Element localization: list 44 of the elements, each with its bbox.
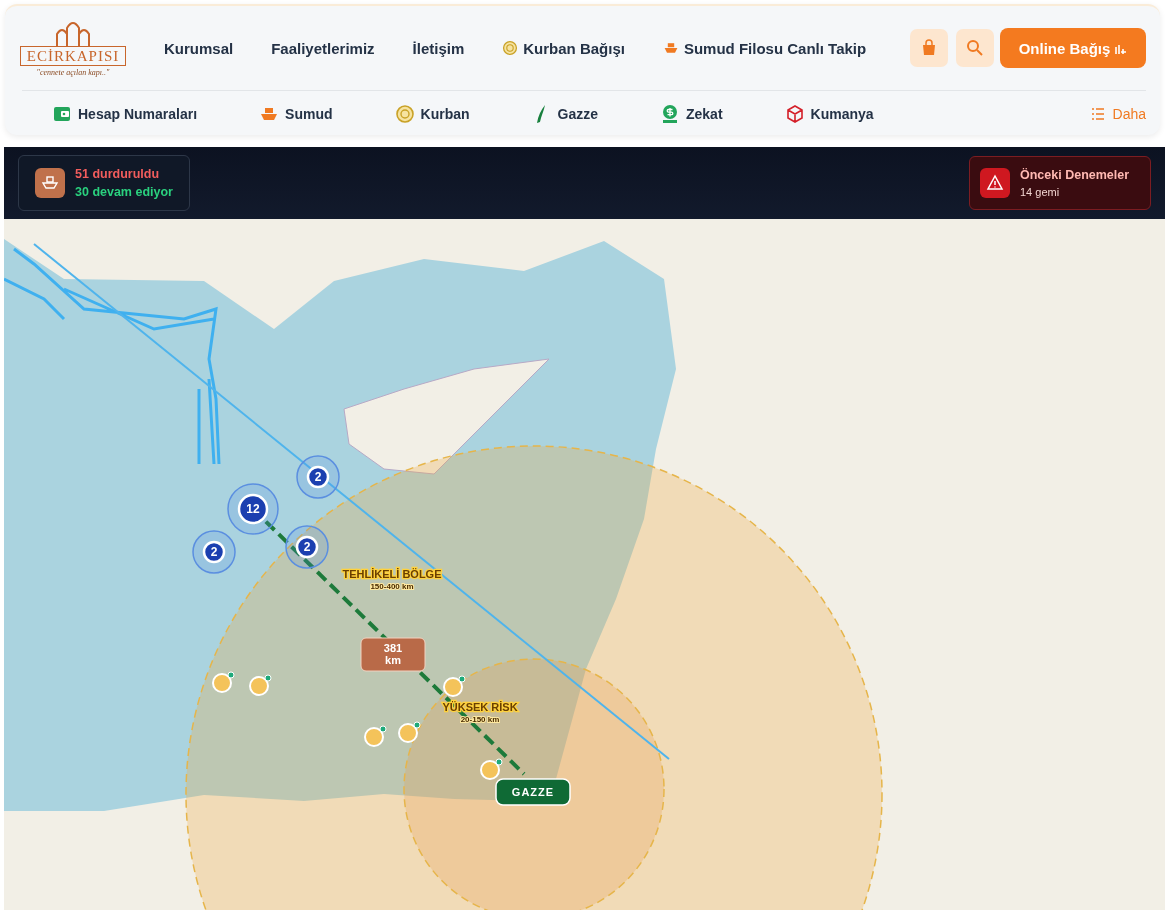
- search-button[interactable]: [956, 29, 994, 67]
- zone-title: YÜKSEK RİSK: [442, 701, 518, 713]
- bag-button[interactable]: [910, 29, 948, 67]
- list-icon: [1090, 107, 1105, 121]
- search-icon: [966, 39, 984, 57]
- logo-tagline: "cennete açılan kapı..": [36, 67, 110, 77]
- quick-link[interactable]: Zekat: [660, 104, 723, 124]
- nav-link[interactable]: Kurumsal: [164, 39, 234, 57]
- ship-marker[interactable]: [398, 721, 421, 743]
- wallet-icon: [52, 104, 72, 124]
- nav-link[interactable]: Kurban Bağışı: [502, 39, 625, 57]
- nav-link[interactable]: Faaliyetlerimiz: [271, 39, 375, 57]
- nav-link[interactable]: Sumud Filosu Canlı Takip: [662, 39, 867, 57]
- ship-cluster[interactable]: 2: [296, 455, 340, 499]
- ship-marker[interactable]: [249, 674, 272, 696]
- zone-title: TEHLİKELİ BÖLGE: [342, 568, 442, 580]
- ship-icon: [662, 40, 679, 56]
- continuing-count: 30 devam ediyor: [75, 185, 173, 199]
- box-icon: [784, 104, 805, 124]
- logo-name[interactable]: ECİRKAPISI: [19, 45, 127, 66]
- ship-cluster[interactable]: 2: [192, 530, 236, 574]
- quick-link[interactable]: Kurban: [394, 104, 470, 124]
- warning-icon: [980, 168, 1010, 198]
- previous-attempts-button[interactable]: Önceki Denemeler 14 gemi: [969, 156, 1151, 210]
- ship-cluster[interactable]: 12: [227, 483, 279, 535]
- quick-link[interactable]: Kumanya: [784, 104, 874, 124]
- zone-range: 150-400 km: [370, 582, 414, 591]
- quick-link[interactable]: Sumud: [259, 104, 333, 124]
- bag-icon: [920, 39, 938, 57]
- quick-link[interactable]: Gazze: [531, 104, 598, 124]
- destination-label: GAZZE: [495, 778, 571, 806]
- ship-marker[interactable]: [480, 758, 503, 780]
- ship-marker[interactable]: [364, 725, 387, 747]
- ship-icon: [35, 168, 65, 198]
- ship-cluster[interactable]: 2: [285, 525, 329, 569]
- distance-label: 381 km: [360, 637, 426, 672]
- nav-link[interactable]: İletişim: [412, 39, 465, 57]
- zone-range: 20-150 km: [460, 715, 500, 724]
- ship-marker[interactable]: [443, 675, 466, 697]
- stopped-count: 51 durduruldu: [75, 167, 161, 181]
- money-icon: [660, 104, 680, 124]
- ship-marker[interactable]: [212, 671, 235, 693]
- quick-link[interactable]: Hesap Numaraları: [52, 104, 198, 124]
- domes-icon: [53, 19, 93, 46]
